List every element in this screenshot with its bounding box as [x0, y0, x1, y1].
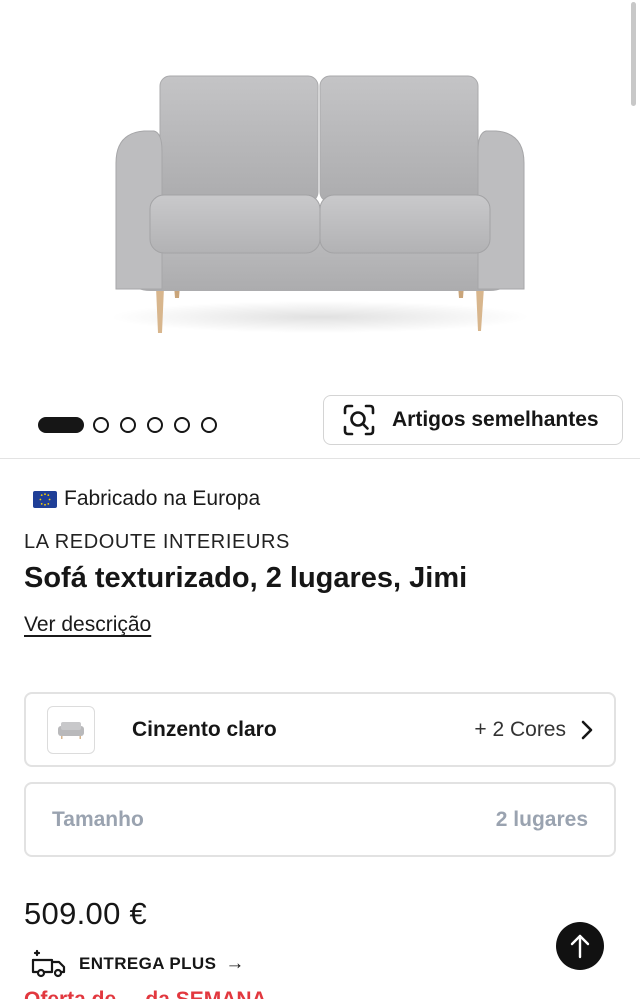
- gallery-pagination[interactable]: [38, 417, 228, 433]
- color-swatch-thumbnail: [47, 705, 95, 754]
- product-title: Sofá texturizado, 2 lugares, Jimi: [24, 562, 468, 594]
- product-image-sofa[interactable]: [90, 55, 550, 355]
- product-gallery[interactable]: Artigos semelhantes: [0, 0, 640, 458]
- brand-name[interactable]: LA REDOUTE INTERIEURS: [24, 531, 290, 554]
- origin-label: Fabricado na Europa: [64, 487, 261, 510]
- product-price: 509.00 €: [24, 896, 148, 931]
- delivery-truck-icon: [31, 949, 66, 978]
- gallery-dot[interactable]: [201, 417, 217, 433]
- arrow-up-icon: [570, 934, 590, 959]
- chevron-right-icon: [581, 720, 593, 739]
- similar-items-button[interactable]: Artigos semelhantes: [323, 395, 623, 445]
- gallery-dot[interactable]: [174, 417, 190, 433]
- size-label: Tamanho: [52, 807, 144, 831]
- made-in-europe-badge: Fabricado na Europa: [33, 487, 260, 511]
- sofa-thumbnail-icon: [58, 721, 84, 739]
- section-divider: [0, 458, 640, 459]
- gallery-dot[interactable]: [147, 417, 163, 433]
- gallery-dot[interactable]: [93, 417, 109, 433]
- color-selector[interactable]: Cinzento claro + 2 Cores: [24, 692, 616, 767]
- arrow-right-icon: →: [225, 953, 245, 974]
- size-selector[interactable]: Tamanho 2 lugares: [24, 782, 616, 857]
- selected-color-name: Cinzento claro: [132, 717, 277, 741]
- more-colors-count: + 2 Cores: [474, 717, 566, 741]
- view-description-link[interactable]: Ver descrição: [24, 613, 151, 637]
- delivery-label: ENTREGA PLUS: [79, 954, 217, 973]
- page-scrollbar[interactable]: [631, 2, 636, 106]
- eu-flag-icon: [33, 490, 57, 508]
- scroll-to-top-button[interactable]: [556, 922, 604, 970]
- similar-items-label: Artigos semelhantes: [392, 408, 599, 431]
- visual-search-icon: [343, 404, 375, 436]
- delivery-plus-link[interactable]: ENTREGA PLUS →: [30, 948, 244, 980]
- gallery-dot-active[interactable]: [38, 417, 84, 433]
- size-value: 2 lugares: [495, 807, 588, 831]
- weekly-offer-text[interactable]: Oferta de ... da SEMANA: [24, 988, 267, 999]
- gallery-dot[interactable]: [120, 417, 136, 433]
